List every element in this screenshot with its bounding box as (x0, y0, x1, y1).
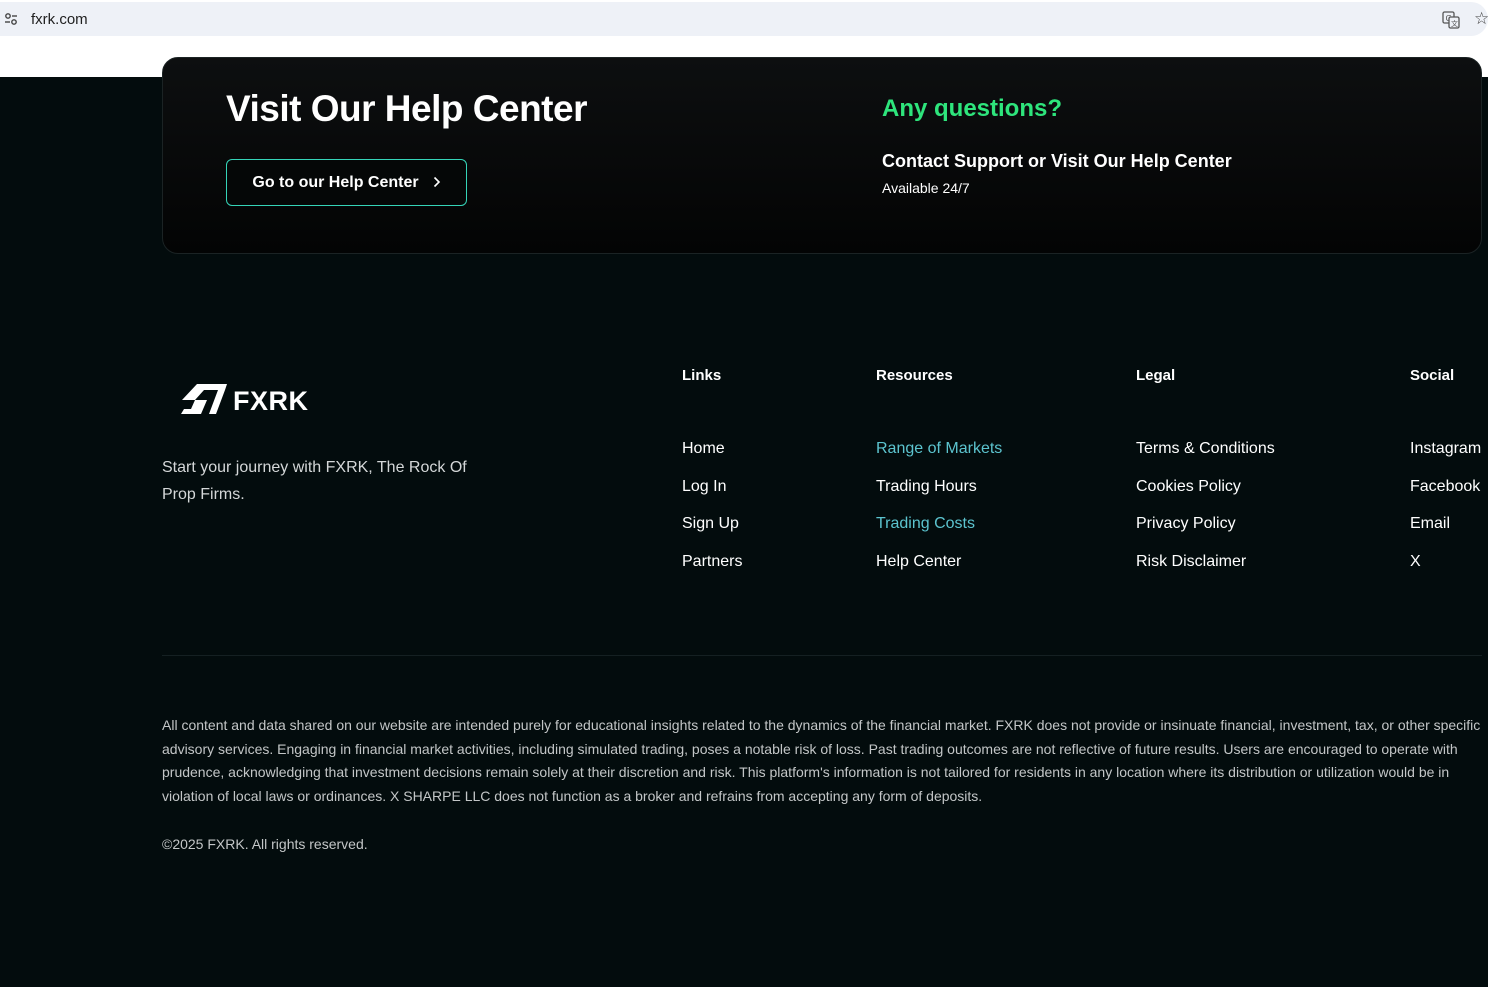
footer-disclaimer: All content and data shared on our websi… (162, 717, 1481, 804)
footer-column-resources: Resources Range of Markets Trading Hours… (876, 367, 1002, 589)
footer-link-email[interactable]: Email (1410, 514, 1481, 552)
footer-column-social: Social Instagram Facebook Email X (1410, 367, 1481, 589)
footer-link-home[interactable]: Home (682, 439, 742, 477)
footer-link-x[interactable]: X (1410, 552, 1481, 590)
footer-link-partners[interactable]: Partners (682, 552, 742, 590)
translate-icon[interactable]: G 文 (1442, 11, 1460, 29)
fxrk-logo-icon (181, 383, 227, 420)
footer-link-privacy[interactable]: Privacy Policy (1136, 514, 1275, 552)
column-heading: Links (682, 367, 722, 384)
url-text[interactable]: fxrk.com (31, 11, 88, 28)
chevron-right-icon (433, 175, 441, 191)
footer-link-facebook[interactable]: Facebook (1410, 477, 1481, 515)
footer-link-signup[interactable]: Sign Up (682, 514, 742, 552)
footer-copyright: ©2025 FXRK. All rights reserved. (162, 836, 368, 852)
footer-link-terms[interactable]: Terms & Conditions (1136, 439, 1275, 477)
contact-support-link[interactable]: Contact Support or Visit Our Help Center (882, 151, 1232, 172)
column-heading: Social (1410, 367, 1455, 384)
footer-column-legal: Legal Terms & Conditions Cookies Policy … (1136, 367, 1275, 589)
footer-link-login[interactable]: Log In (682, 477, 742, 515)
footer-tagline: Start your journey with FXRK, The Rock O… (162, 459, 467, 503)
help-center-button-label: Go to our Help Center (252, 173, 419, 191)
help-center-title: Visit Our Help Center (226, 88, 587, 129)
footer-link-range-of-markets[interactable]: Range of Markets (876, 439, 1002, 477)
logo-text: FXRK (233, 386, 309, 416)
star-icon[interactable]: ☆ (1474, 10, 1488, 28)
column-heading: Resources (876, 367, 953, 384)
footer-link-cookies[interactable]: Cookies Policy (1136, 477, 1275, 515)
availability-text: Available 24/7 (882, 180, 970, 196)
column-heading: Legal (1136, 367, 1176, 384)
footer-column-links: Links Home Log In Sign Up Partners (682, 367, 742, 589)
footer-link-trading-hours[interactable]: Trading Hours (876, 477, 1002, 515)
svg-text:文: 文 (1451, 19, 1458, 28)
help-center-button[interactable]: Go to our Help Center (226, 159, 467, 206)
help-center-card: Visit Our Help Center Go to our Help Cen… (162, 57, 1482, 254)
footer-link-help-center[interactable]: Help Center (876, 552, 1002, 590)
footer-divider (162, 655, 1482, 656)
footer-link-trading-costs[interactable]: Trading Costs (876, 514, 1002, 552)
address-bar[interactable]: fxrk.com G 文 ☆ (0, 2, 1488, 36)
page-content: Visit Our Help Center Go to our Help Cen… (0, 57, 1488, 987)
tune-icon[interactable] (4, 12, 18, 26)
questions-title: Any questions? (882, 95, 1063, 122)
footer-link-instagram[interactable]: Instagram (1410, 439, 1481, 477)
fxrk-logo[interactable]: FXRK (181, 383, 309, 420)
footer-link-risk-disclaimer[interactable]: Risk Disclaimer (1136, 552, 1275, 590)
